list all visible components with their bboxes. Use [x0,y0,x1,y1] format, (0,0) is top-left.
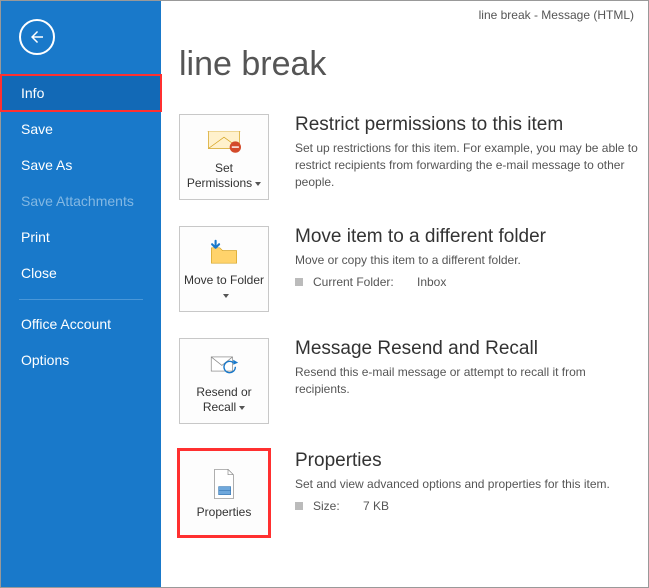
sidebar-item-label: Office Account [21,316,111,332]
bullet-icon [295,502,303,510]
set-permissions-button[interactable]: Set Permissions [179,114,269,200]
section-title: Message Resend and Recall [295,338,642,360]
sidebar-item-label: Print [21,229,50,245]
sidebar-divider [19,299,143,300]
resend-recall-button[interactable]: Resend or Recall [179,338,269,424]
section-desc: Move or copy this item to a different fo… [295,252,642,269]
title-bar: line break - Message (HTML) [179,1,648,29]
section-title: Move item to a different folder [295,226,642,248]
sidebar-item-office-account[interactable]: Office Account [1,306,161,342]
tile-label: Properties [197,505,252,520]
sidebar-item-label: Close [21,265,57,281]
page-title: line break [179,45,648,84]
sidebar-item-save[interactable]: Save [1,111,161,147]
section-title: Restrict permissions to this item [295,114,642,136]
backstage-sidebar: Info Save Save As Save Attachments Print… [1,1,161,587]
size-value: 7 KB [363,499,389,513]
section-desc: Set and view advanced options and proper… [295,476,642,493]
sidebar-item-print[interactable]: Print [1,219,161,255]
main-pane: line break - Message (HTML) line break S… [161,1,648,587]
bullet-icon [295,278,303,286]
back-button[interactable] [19,19,55,55]
tile-label: Move to Folder [182,273,266,303]
current-folder-row: Current Folder: Inbox [295,275,642,289]
properties-icon [210,467,238,501]
sidebar-item-save-as[interactable]: Save As [1,147,161,183]
properties-button[interactable]: Properties [179,450,269,536]
envelope-restricted-icon [207,123,241,157]
section-move: Move to Folder Move item to a different … [179,226,648,312]
section-desc: Resend this e-mail message or attempt to… [295,364,642,398]
current-folder-key: Current Folder: [313,275,407,289]
sidebar-item-label: Save As [21,157,72,173]
section-resend: Resend or Recall Message Resend and Reca… [179,338,648,424]
sidebar-item-options[interactable]: Options [1,342,161,378]
sidebar-item-label: Save Attachments [21,193,134,209]
resend-recall-icon [207,347,241,381]
folder-move-icon [207,235,241,269]
sidebar-item-label: Info [21,85,44,101]
sidebar-item-label: Options [21,352,69,368]
sidebar-item-label: Save [21,121,53,137]
tile-label: Resend or Recall [182,385,266,415]
window-title: line break - Message (HTML) [479,8,634,22]
move-to-folder-button[interactable]: Move to Folder [179,226,269,312]
arrow-left-icon [28,28,46,46]
sidebar-item-save-attachments: Save Attachments [1,183,161,219]
sidebar-item-info[interactable]: Info [1,75,161,111]
section-properties: Properties Properties Set and view advan… [179,450,648,536]
section-title: Properties [295,450,642,472]
section-desc: Set up restrictions for this item. For e… [295,140,642,190]
sidebar-item-close[interactable]: Close [1,255,161,291]
tile-label: Set Permissions [182,161,266,191]
current-folder-value: Inbox [417,275,446,289]
size-key: Size: [313,499,353,513]
size-row: Size: 7 KB [295,499,642,513]
section-permissions: Set Permissions Restrict permissions to … [179,114,648,200]
